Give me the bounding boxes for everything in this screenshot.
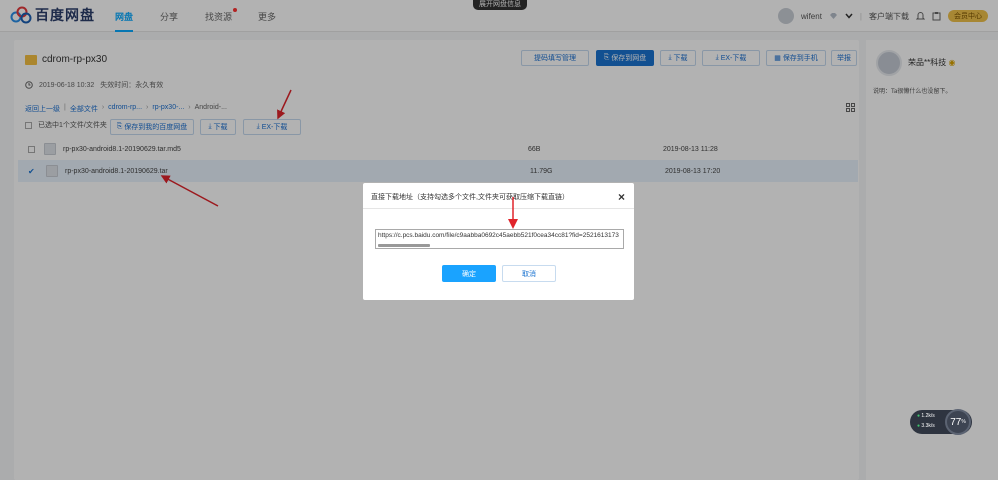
download-speed: ● 3.3k/s [917,423,935,429]
horizontal-scrollbar[interactable] [378,244,430,247]
url-textarea[interactable]: https://c.pcs.baidu.com/file/c9aabba0692… [375,229,624,249]
download-speed-text: 3.3k/s [921,423,935,429]
dialog-annotation-arrow [508,197,518,229]
memory-percent: 77% [945,409,971,435]
url-text: https://c.pcs.baidu.com/file/c9aabba0692… [378,232,619,239]
divider [363,208,634,209]
cancel-button[interactable]: 取消 [502,265,556,282]
network-speed-widget[interactable]: ● 1.2k/s ● 3.3k/s 77% [910,409,972,435]
direct-link-dialog: 直接下载地址（支持勾选多个文件,文件夹可获取压缩下载直链） × https://… [363,183,634,300]
upload-speed: ● 1.2k/s [917,413,935,419]
dialog-title: 直接下载地址（支持勾选多个文件,文件夹可获取压缩下载直链） [371,194,569,201]
close-icon[interactable]: × [618,190,625,204]
confirm-button[interactable]: 确定 [442,265,496,282]
upload-speed-text: 1.2k/s [921,413,935,419]
percent-value: 77 [950,416,962,428]
